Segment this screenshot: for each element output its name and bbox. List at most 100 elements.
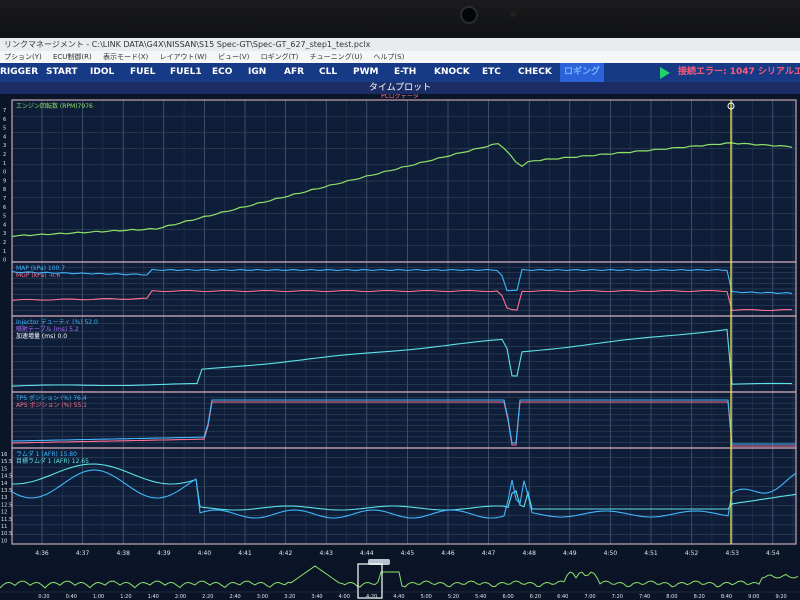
x-tick-label: 4:45 [401, 550, 415, 557]
panel-label-tps-0: TPS ポジション (%) 76.4 [15, 394, 87, 402]
rpm-y-tick: 7 [3, 196, 6, 202]
connection-error-status: 接続エラー: 1047 シリアルエラー [678, 67, 800, 77]
afr-y-tick: 14 [1, 481, 7, 487]
window-title: リンクマネージメント - C:\LINK DATA\G4X\NISSAN\S15… [0, 38, 800, 51]
tab-eco[interactable]: ECO [212, 63, 232, 82]
menu-item-logging[interactable]: ロギング(T) [261, 53, 299, 61]
tab-cll[interactable]: CLL [319, 63, 337, 82]
panel-label-rpm-0: エンジン回転数 (RPM)7976 [16, 102, 93, 110]
rpm-y-tick: 8 [3, 187, 6, 193]
tab-fuel1[interactable]: FUEL1 [170, 63, 202, 82]
rpm-y-tick: 4 [3, 222, 6, 228]
time-plot-area[interactable]: PCログデータエンジン回転数 (RPM)7976MAP (kPa) 100.7M… [0, 94, 800, 600]
afr-y-tick: 15 [1, 466, 7, 472]
tab-start[interactable]: START [46, 63, 78, 82]
x-tick-label: 4:36 [35, 550, 49, 557]
menu-item-view[interactable]: ビュー(V) [218, 53, 249, 61]
panel-label-afr-0: ラムダ 1 (AFR) 15.80 [16, 450, 77, 458]
rpm-y-tick: 3 [3, 143, 6, 149]
tab-trigger[interactable]: RIGGER [0, 63, 38, 82]
tab-afr[interactable]: AFR [284, 63, 304, 82]
rpm-y-tick: 3 [3, 231, 6, 237]
rpm-y-tick: 6 [3, 117, 6, 123]
panel-label-inj-1: 噴射テーブル (ms) 5.2 [16, 325, 79, 333]
x-tick-label: 4:48 [522, 550, 536, 557]
tab-logging[interactable]: ロギング [560, 63, 605, 82]
tab-knock[interactable]: KNOCK [434, 63, 470, 82]
play-icon[interactable] [660, 67, 670, 79]
x-tick-label: 4:40 [198, 550, 212, 557]
overview-x-tick: 3:20 [284, 594, 295, 600]
menu-item-options[interactable]: プション(Y) [4, 53, 42, 61]
afr-y-tick: 15.5 [1, 459, 12, 465]
overview-x-tick: 4:20 [366, 594, 377, 600]
overview-x-tick: 2:20 [202, 594, 213, 600]
tab-check[interactable]: CHECK [518, 63, 552, 82]
rpm-y-tick: 6 [3, 205, 6, 211]
overview-x-tick: 0:20 [38, 594, 49, 600]
afr-y-tick: 11.5 [1, 517, 12, 523]
x-tick-label: 4:49 [563, 550, 577, 557]
overview-x-tick: 3:00 [257, 594, 268, 600]
panel-label-afr-1: 目標ラムダ 1 (AFR) 12.65 [16, 457, 89, 465]
tab-idol[interactable]: IDOL [90, 63, 114, 82]
menu-item-tuning[interactable]: チューニング(U) [310, 53, 363, 61]
afr-y-tick: 13.5 [1, 488, 12, 494]
rpm-y-tick: 2 [3, 152, 6, 158]
overview-x-tick: 1:20 [120, 594, 131, 600]
afr-y-tick: 16 [1, 452, 7, 458]
x-tick-label: 4:51 [644, 550, 658, 557]
menu-item-layout[interactable]: レイアウト(W) [159, 53, 206, 61]
overview-x-tick: 6:20 [530, 594, 541, 600]
overview-x-tick: 8:20 [694, 594, 705, 600]
menu-item-help[interactable]: ヘルプ(S) [373, 53, 404, 61]
plot-subtitle: PCログデータ [381, 94, 419, 100]
afr-y-tick: 12.5 [1, 502, 12, 508]
tab-fuel[interactable]: FUEL [130, 63, 155, 82]
rpm-y-tick: 1 [3, 249, 6, 255]
x-tick-label: 4:52 [685, 550, 699, 557]
webcam-icon [460, 6, 478, 24]
function-toolbar: RIGGER START IDOL FUEL FUEL1 ECO IGN AFR… [0, 63, 800, 82]
x-tick-label: 4:37 [76, 550, 90, 557]
x-tick-label: 4:50 [604, 550, 618, 557]
overview-x-tick: 5:40 [475, 594, 486, 600]
x-tick-label: 4:38 [116, 550, 130, 557]
menu-item-display-mode[interactable]: 表示モード(X) [103, 53, 148, 61]
x-tick-label: 4:44 [360, 550, 374, 557]
rpm-y-tick: 0 [3, 170, 6, 176]
webcam-led-icon [510, 11, 516, 17]
tab-e-th[interactable]: E-TH [394, 63, 416, 82]
tab-pwm[interactable]: PWM [353, 63, 378, 82]
x-tick-label: 4:53 [725, 550, 739, 557]
overview-x-tick: 9:00 [748, 594, 759, 600]
overview-x-tick: 9:20 [775, 594, 786, 600]
tab-ign[interactable]: IGN [248, 63, 266, 82]
overview-x-tick: 2:00 [175, 594, 186, 600]
x-tick-label: 4:39 [157, 550, 171, 557]
monitor-bezel [0, 0, 800, 38]
rpm-y-tick: 7 [3, 108, 6, 114]
rpm-y-tick: 5 [3, 214, 6, 220]
menu-item-ecu-control[interactable]: ECU制御(R) [53, 53, 92, 61]
rpm-y-tick: 2 [3, 240, 6, 246]
menu-bar: プション(Y) ECU制御(R) 表示モード(X) レイアウト(W) ビュー(V… [0, 51, 800, 63]
rpm-y-tick: 5 [3, 126, 6, 132]
overview-x-tick: 2:40 [229, 594, 240, 600]
panel-label-tps-1: APS ポジション (%) 55.1 [16, 401, 87, 409]
afr-y-tick: 10.5 [1, 531, 12, 537]
rpm-y-tick: 9 [3, 178, 6, 184]
rpm-y-tick: 0 [3, 258, 6, 264]
overview-x-tick: 3:40 [311, 594, 322, 600]
overview-x-tick: 7:40 [639, 594, 650, 600]
overview-x-tick: 5:00 [421, 594, 432, 600]
plot-title: タイムプロット [368, 83, 432, 93]
overview-x-tick: 4:00 [339, 594, 350, 600]
afr-y-tick: 11 [1, 524, 7, 530]
afr-y-tick: 10 [1, 538, 7, 544]
overview-x-tick: 1:40 [148, 594, 159, 600]
x-tick-label: 4:43 [319, 550, 333, 557]
tab-etc[interactable]: ETC [482, 63, 501, 82]
rpm-y-tick: 4 [3, 134, 6, 140]
overview-x-tick: 8:40 [721, 594, 732, 600]
